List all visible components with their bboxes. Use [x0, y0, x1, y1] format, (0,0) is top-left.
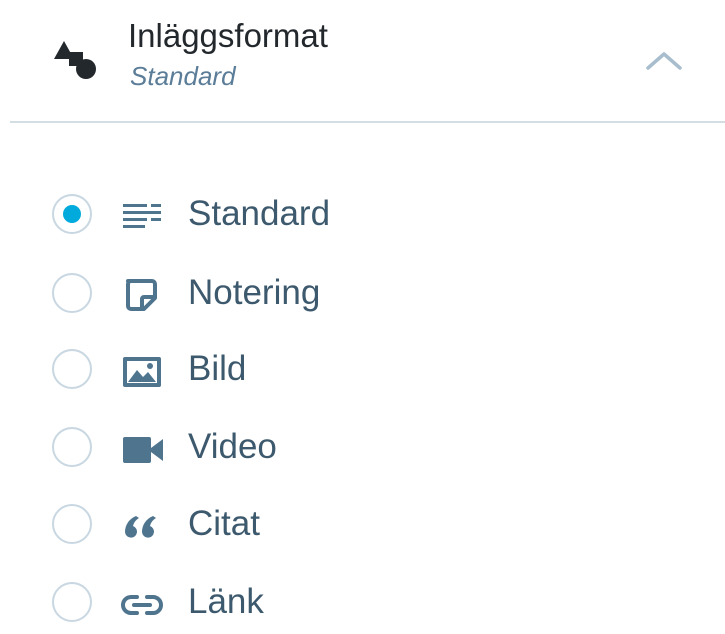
format-label: Bild: [188, 349, 247, 388]
format-option-video[interactable]: Video: [0, 415, 420, 481]
format-label: Standard: [188, 194, 331, 233]
note-icon: [126, 279, 157, 311]
format-label: Video: [188, 427, 277, 466]
post-format-panel: Inläggsformat Standard Standard Notering…: [0, 0, 725, 634]
panel-title: Inläggsformat: [128, 17, 328, 54]
panel-subtitle: Standard: [130, 61, 236, 91]
post-format-shapes-icon: [54, 41, 96, 79]
format-label: Notering: [188, 273, 321, 312]
format-label: Länk: [188, 582, 264, 621]
image-icon: [123, 357, 161, 387]
standard-lines-icon: [123, 204, 161, 228]
chevron-up-icon[interactable]: [644, 46, 684, 74]
radio-standard[interactable]: [52, 194, 92, 234]
format-label: Citat: [188, 504, 260, 543]
divider: [10, 121, 725, 123]
radio-notering[interactable]: [52, 273, 92, 313]
post-format-header[interactable]: Inläggsformat Standard: [0, 0, 725, 122]
format-option-notering[interactable]: Notering: [0, 261, 420, 327]
radio-citat[interactable]: [52, 504, 92, 544]
radio-lank[interactable]: [52, 582, 92, 622]
link-icon: [121, 595, 163, 615]
video-camera-icon: [123, 437, 163, 463]
format-option-bild[interactable]: Bild: [0, 337, 420, 403]
quote-icon: [125, 516, 156, 538]
radio-bild[interactable]: [52, 349, 92, 389]
format-option-lank[interactable]: Länk: [0, 570, 420, 634]
format-option-citat[interactable]: Citat: [0, 492, 420, 558]
radio-video[interactable]: [52, 427, 92, 467]
format-option-standard[interactable]: Standard: [0, 182, 420, 248]
